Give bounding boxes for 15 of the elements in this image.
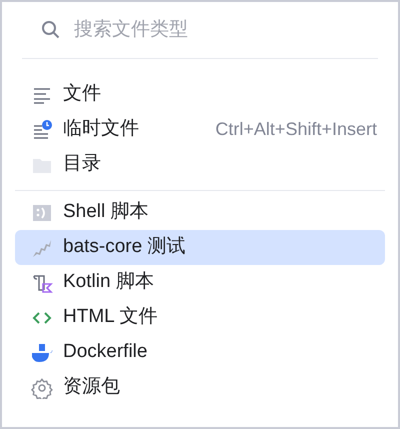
menu-item[interactable]: Shell 脚本 (15, 195, 385, 230)
menu-item[interactable]: 资源包 (15, 370, 385, 405)
shortcut-text: Ctrl+Alt+Shift+Insert (215, 118, 377, 141)
gear-icon (31, 376, 53, 398)
whale-icon (31, 342, 53, 364)
clock-lines-icon (31, 118, 53, 140)
search-field[interactable]: 搜索文件类型 (74, 16, 360, 44)
menu-item[interactable]: Kotlin 脚本 (15, 265, 385, 300)
menu-item[interactable]: 目录 (15, 147, 385, 182)
menu-item[interactable]: 文件 (15, 77, 385, 112)
menu-item[interactable]: 临时文件 Ctrl+Alt+Shift+Insert (15, 112, 385, 147)
menu-item[interactable]: Dockerfile (15, 335, 385, 370)
menu-item[interactable]: bats-core 测试 (15, 230, 385, 265)
menu-item[interactable]: HTML 文件 (15, 300, 385, 335)
search-icon (40, 19, 62, 41)
